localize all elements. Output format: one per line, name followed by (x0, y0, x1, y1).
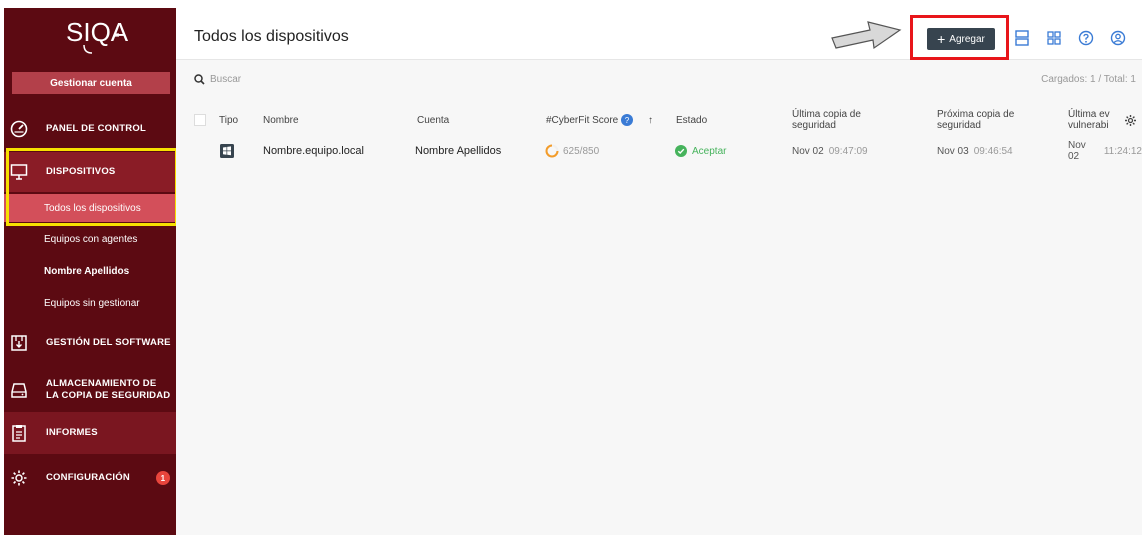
table-header: Tipo Nombre Cuenta #CyberFit Score ? ↑ E… (176, 104, 1142, 136)
column-last-vuln[interactable]: Última ev vulnerabi (1068, 104, 1110, 136)
info-help-icon[interactable]: ? (621, 114, 634, 126)
sidebar: SIQA Gestionar cuenta PANEL DE CONTROL D… (4, 8, 176, 535)
manage-account-button[interactable]: Gestionar cuenta (12, 72, 170, 94)
windows-device-icon (220, 138, 234, 164)
next-backup-cell: Nov 03 09:46:54 (937, 138, 1013, 164)
report-document-icon (8, 422, 30, 444)
page-title: Todos los dispositivos (194, 28, 349, 45)
nav-label-line1: ALMACENAMIENTO DE (46, 378, 157, 389)
nav-label: INFORMES (46, 427, 98, 438)
device-account: Nombre Apellidos (415, 145, 502, 157)
svg-text:?: ? (625, 116, 630, 125)
nav-configuracion[interactable]: CONFIGURACIÓN 1 (4, 460, 176, 496)
select-all-checkbox[interactable] (194, 104, 206, 136)
header-line2: vulnerabi (1068, 120, 1109, 131)
status-text: Aceptar (692, 145, 727, 157)
score-value: 625/850 (563, 145, 600, 157)
nav-almacenamiento[interactable]: ALMACENAMIENTO DE LA COPIA DE SEGURIDAD (4, 370, 176, 410)
add-button-label: Agregar (949, 33, 985, 45)
software-install-icon (8, 332, 30, 354)
sidebar-item-user-name[interactable]: Nombre Apellidos (4, 257, 176, 285)
last-backup-date: Nov 02 (792, 145, 824, 157)
header-line1: Última copia de (792, 109, 861, 120)
last-vuln-time: 11:24:12 (1103, 145, 1142, 157)
sidebar-item-unmanaged[interactable]: Equipos sin gestionar (4, 289, 176, 317)
notification-badge: 1 (156, 471, 170, 485)
last-backup-cell: Nov 02 09:47:09 (792, 138, 868, 164)
monitor-icon (8, 161, 30, 183)
search-input[interactable]: Buscar (210, 74, 241, 85)
column-type[interactable]: Tipo (219, 104, 238, 136)
nav-gestion-software[interactable]: GESTIÓN DEL SOFTWARE (4, 326, 176, 360)
sidebar-item-all-devices[interactable]: Todos los dispositivos (4, 194, 176, 222)
nav-informes[interactable]: INFORMES (4, 412, 176, 454)
header-line1: Próxima copia de (937, 109, 1015, 120)
pointer-arrow-icon (831, 21, 902, 50)
column-next-backup[interactable]: Próxima copia de seguridad (937, 104, 1014, 136)
sort-asc-icon[interactable]: ↑ (648, 104, 653, 136)
nav-label: CONFIGURACIÓN (46, 472, 130, 483)
help-icon[interactable] (1076, 28, 1096, 48)
header-line2: seguridad (937, 120, 981, 131)
dashboard-gauge-icon (8, 118, 30, 140)
plus-icon: + (937, 31, 946, 47)
add-device-button[interactable]: + Agregar (927, 28, 995, 50)
header-line1: Última ev (1068, 109, 1110, 120)
siqa-logo-icon: SIQA (66, 17, 129, 54)
column-name[interactable]: Nombre (263, 104, 299, 136)
nav-label-line2: LA COPIA DE SEGURIDAD (46, 390, 171, 401)
nav-dispositivos[interactable]: DISPOSITIVOS (4, 152, 176, 192)
main-content: Todos los dispositivos + Agregar Buscar … (176, 8, 1142, 535)
column-cyberfit[interactable]: #CyberFit Score ? (546, 104, 634, 136)
column-status[interactable]: Estado (676, 104, 707, 136)
score-ring-icon (545, 144, 559, 158)
last-vuln-date: Nov 02 (1068, 140, 1086, 162)
header-line2: seguridad (792, 120, 836, 131)
next-backup-date: Nov 03 (937, 145, 969, 157)
next-backup-time: 09:46:54 (973, 145, 1013, 157)
nav-label: ALMACENAMIENTO DE LA COPIA DE SEGURIDAD (46, 378, 170, 402)
last-vuln-cell: Nov 02 11:24:12 (1068, 138, 1142, 164)
check-circle-icon (675, 145, 687, 157)
sidebar-item-agent-machines[interactable]: Equipos con agentes (4, 225, 176, 253)
search-box[interactable]: Buscar (194, 74, 241, 85)
last-backup-time: 09:47:09 (828, 145, 868, 157)
cyberfit-score: 625/850 (545, 138, 599, 164)
column-last-backup[interactable]: Última copia de seguridad (792, 104, 861, 136)
cyberfit-label: #CyberFit Score (546, 114, 619, 126)
list-view-icon[interactable] (1012, 28, 1032, 48)
loaded-count: Cargados: 1 / Total: 1 (1041, 74, 1136, 85)
svg-text:SIQA: SIQA (66, 17, 129, 47)
status-badge: Aceptar (675, 138, 726, 164)
brand-logo[interactable]: SIQA (4, 8, 176, 66)
column-settings-gear-icon[interactable] (1124, 104, 1137, 136)
user-account-icon[interactable] (1108, 28, 1128, 48)
column-account[interactable]: Cuenta (417, 104, 449, 136)
search-icon (194, 74, 205, 85)
page-header: Todos los dispositivos + Agregar (176, 8, 1142, 60)
nav-label: DISPOSITIVOS (46, 166, 116, 177)
grid-view-icon[interactable] (1044, 28, 1064, 48)
nav-panel-de-control[interactable]: PANEL DE CONTROL (4, 112, 176, 146)
nav-label: PANEL DE CONTROL (46, 123, 146, 134)
table-row[interactable]: Nombre.equipo.local Nombre Apellidos 625… (176, 138, 1142, 164)
settings-gear-icon (8, 467, 30, 489)
storage-drive-icon (8, 379, 30, 401)
nav-label: GESTIÓN DEL SOFTWARE (46, 337, 171, 348)
device-name[interactable]: Nombre.equipo.local (263, 138, 364, 164)
